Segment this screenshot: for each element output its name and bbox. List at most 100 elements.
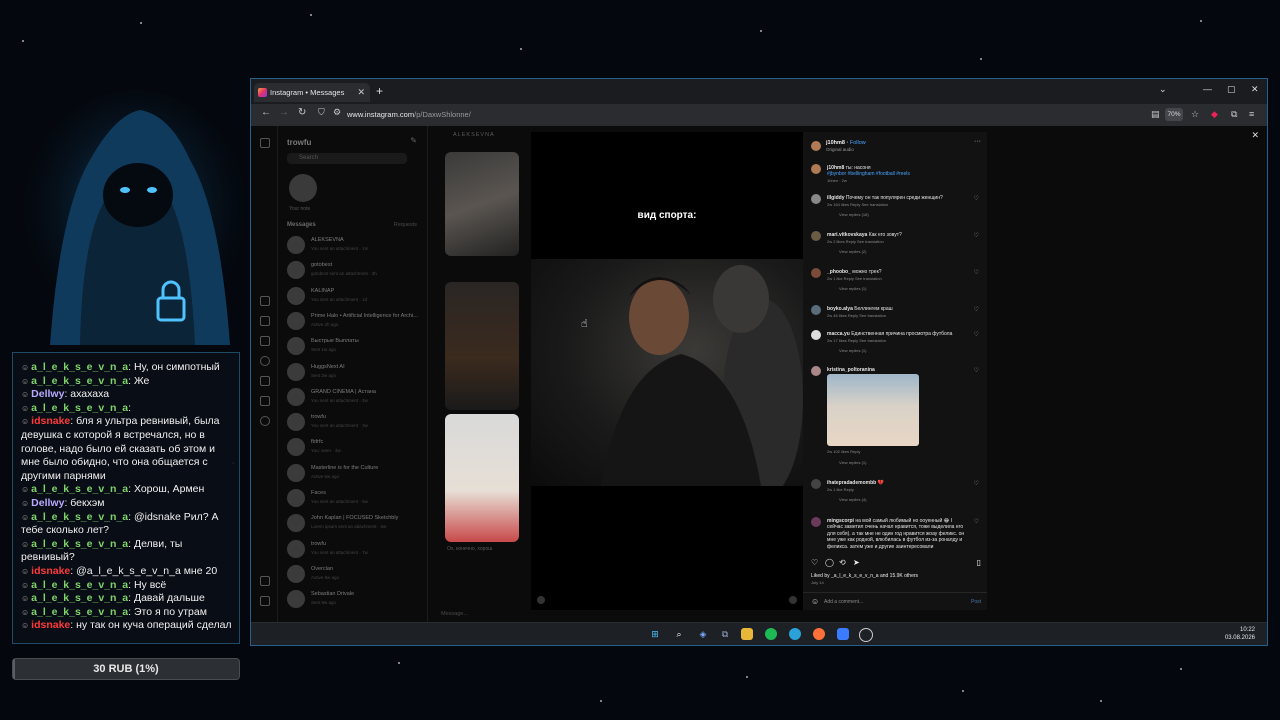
home-icon[interactable] bbox=[260, 296, 270, 306]
windows-start-icon[interactable]: ⊞ bbox=[649, 628, 661, 640]
comment-like-icon[interactable]: ♡ bbox=[974, 367, 979, 374]
likes-summary[interactable]: Liked by _a_l_e_k_s_e_v_n_a and 15.9K ot… bbox=[811, 573, 918, 579]
shared-post-card[interactable] bbox=[445, 414, 519, 542]
shared-post-card[interactable] bbox=[445, 282, 519, 410]
reload-button[interactable]: ↻ bbox=[298, 107, 306, 118]
chat-username[interactable]: a_l_e_k_s_e_v_n_a bbox=[31, 538, 128, 550]
comment-user[interactable]: illgiddy bbox=[827, 195, 845, 201]
extensions-puzzle-icon[interactable]: ⧉ bbox=[1231, 109, 1237, 120]
follow-button[interactable]: Follow bbox=[850, 140, 866, 146]
like-heart-icon[interactable]: ♡ bbox=[811, 558, 818, 567]
comment-user[interactable]: macca.yu bbox=[827, 331, 850, 337]
chat-username[interactable]: a_l_e_k_s_e_v_n_a bbox=[31, 592, 128, 604]
comment-like-icon[interactable]: ♡ bbox=[974, 480, 979, 487]
comment-meta[interactable]: 2w 1 like Reply bbox=[827, 487, 854, 492]
comment-like-icon[interactable]: ♡ bbox=[974, 195, 979, 202]
back-button[interactable]: ← bbox=[261, 107, 271, 118]
comment-user[interactable]: kristina_poltoranina bbox=[827, 367, 875, 373]
forward-button[interactable]: → bbox=[279, 107, 289, 118]
comment-user[interactable]: ihatepradademombb bbox=[827, 480, 876, 486]
shared-post-card[interactable] bbox=[445, 152, 519, 256]
comment-meta[interactable]: 2w 102 likes Reply bbox=[827, 449, 860, 454]
more-options-icon[interactable]: ··· bbox=[974, 138, 981, 145]
conversation-item[interactable]: HuggsNext AI Sent 2w ago bbox=[287, 361, 422, 383]
extension-icon[interactable]: ◆ bbox=[1211, 109, 1218, 120]
chat-username[interactable]: Dellwy bbox=[31, 388, 64, 400]
comment-user[interactable]: _phoobo_ bbox=[827, 269, 851, 275]
comment-meta[interactable]: 2w 2 likes Reply See translation bbox=[827, 239, 884, 244]
instagram-logo-icon[interactable] bbox=[260, 138, 270, 148]
requests-link[interactable]: Requests bbox=[394, 222, 417, 228]
comment-like-icon[interactable]: ♡ bbox=[974, 306, 979, 313]
chat-username[interactable]: a_l_e_k_s_e_v_n_a bbox=[31, 375, 128, 387]
post-comment-button[interactable]: Post bbox=[971, 599, 981, 605]
conversation-item[interactable]: KALINAP You sent an attachment · 1d bbox=[287, 285, 422, 307]
conversation-item[interactable]: Sebastian Drivale Sent 9w ago bbox=[287, 588, 422, 610]
add-comment-input[interactable]: Add a comment... bbox=[824, 599, 863, 605]
comment-like-icon[interactable]: ♡ bbox=[974, 518, 979, 525]
view-replies-link[interactable]: View replies (4) bbox=[839, 497, 867, 502]
meta-apps-icon[interactable] bbox=[260, 596, 270, 606]
chat-username[interactable]: a_l_e_k_s_e_v_n_a bbox=[31, 361, 128, 373]
chat-username[interactable]: a_l_e_k_s_e_v_n_a bbox=[31, 606, 128, 618]
conversation-item[interactable]: fbfrfc You: seen · 4w bbox=[287, 436, 422, 458]
author-avatar[interactable] bbox=[811, 141, 821, 151]
more-menu-icon[interactable] bbox=[260, 576, 270, 586]
comment-user[interactable]: mari.vitkovskaya bbox=[827, 232, 867, 238]
reel-author-avatar[interactable] bbox=[537, 596, 545, 604]
chat-username[interactable]: a_l_e_k_s_e_v_n_a bbox=[31, 402, 128, 414]
mute-icon[interactable] bbox=[789, 596, 797, 604]
new-tab-button[interactable]: + bbox=[376, 84, 383, 98]
caption-user[interactable]: j10hm8 bbox=[827, 165, 844, 171]
app-icon[interactable]: ⧉ bbox=[719, 628, 731, 640]
minimize-button[interactable]: — bbox=[1203, 84, 1212, 94]
conversation-item[interactable]: Overclan Active 8w ago bbox=[287, 563, 422, 585]
view-replies-link[interactable]: View replies (18) bbox=[839, 212, 869, 217]
conversation-item[interactable]: ALEKSEVNA You sent an attachment · 1m bbox=[287, 234, 422, 256]
commenter-avatar[interactable] bbox=[811, 479, 821, 489]
search-icon[interactable]: ⌕ bbox=[673, 628, 685, 640]
emoji-icon[interactable]: ☺ bbox=[811, 597, 819, 606]
commenter-avatar[interactable] bbox=[811, 268, 821, 278]
comment-like-icon[interactable]: ♡ bbox=[974, 331, 979, 338]
tab-list-chevron-icon[interactable]: ⌄ bbox=[1159, 84, 1167, 95]
chat-username[interactable]: a_l_e_k_s_e_v_n_a bbox=[31, 511, 128, 523]
address-bar[interactable]: www.instagram.com/p/DaxwShlonne/ bbox=[347, 110, 471, 119]
conversation-item[interactable]: GRAND CINEMA | Астана You sent an attachm… bbox=[287, 386, 422, 408]
conversation-item[interactable]: gotobest gotobest sent an attachment · 3h bbox=[287, 259, 422, 281]
comment-meta[interactable]: 2w 17 likes Reply See translation bbox=[827, 338, 886, 343]
commenter-avatar[interactable] bbox=[811, 330, 821, 340]
original-audio-link[interactable]: Original audio bbox=[826, 147, 854, 152]
comment-meta[interactable]: 2w 1 like Reply See translation bbox=[827, 276, 882, 281]
app-icon[interactable]: ◈ bbox=[697, 628, 709, 640]
app-icon[interactable] bbox=[837, 628, 849, 640]
menu-hamburger-icon[interactable]: ≡ bbox=[1249, 109, 1254, 119]
comment-meta[interactable]: 2w 46 likes Reply See translation bbox=[827, 313, 886, 318]
search-icon[interactable] bbox=[260, 356, 270, 366]
firefox-icon[interactable] bbox=[813, 628, 825, 640]
profile-avatar-icon[interactable] bbox=[260, 416, 270, 426]
commenter-avatar[interactable] bbox=[811, 231, 821, 241]
view-replies-link[interactable]: View replies (1) bbox=[839, 348, 867, 353]
zoom-level-badge[interactable]: 70% bbox=[1165, 108, 1183, 121]
tab-instagram[interactable]: Instagram • Messages ✕ bbox=[254, 83, 370, 102]
telegram-icon[interactable] bbox=[789, 628, 801, 640]
message-input[interactable]: Message... bbox=[441, 611, 468, 617]
reel-player[interactable]: вид спорта: ☝ bbox=[531, 132, 803, 610]
chat-username[interactable]: Dellwy bbox=[31, 497, 64, 509]
create-plus-icon[interactable] bbox=[260, 396, 270, 406]
note-avatar[interactable] bbox=[289, 174, 317, 202]
chat-username[interactable]: a_l_e_k_s_e_v_n_a bbox=[31, 483, 128, 495]
search-input[interactable]: Search bbox=[287, 153, 407, 164]
comment-image[interactable] bbox=[827, 374, 919, 446]
conversation-item[interactable]: trowfu You sent an attachment · 7w bbox=[287, 538, 422, 560]
commenter-avatar[interactable] bbox=[811, 194, 821, 204]
reels-icon[interactable] bbox=[260, 316, 270, 326]
messages-icon[interactable] bbox=[260, 336, 270, 346]
maximize-button[interactable]: ▢ bbox=[1227, 84, 1236, 95]
commenter-avatar[interactable] bbox=[811, 305, 821, 315]
comment-like-icon[interactable]: ♡ bbox=[974, 269, 979, 276]
chat-username[interactable]: idsnake bbox=[31, 619, 70, 631]
chat-username[interactable]: idsnake bbox=[31, 415, 70, 427]
comment-icon[interactable]: ◯ bbox=[825, 558, 834, 567]
